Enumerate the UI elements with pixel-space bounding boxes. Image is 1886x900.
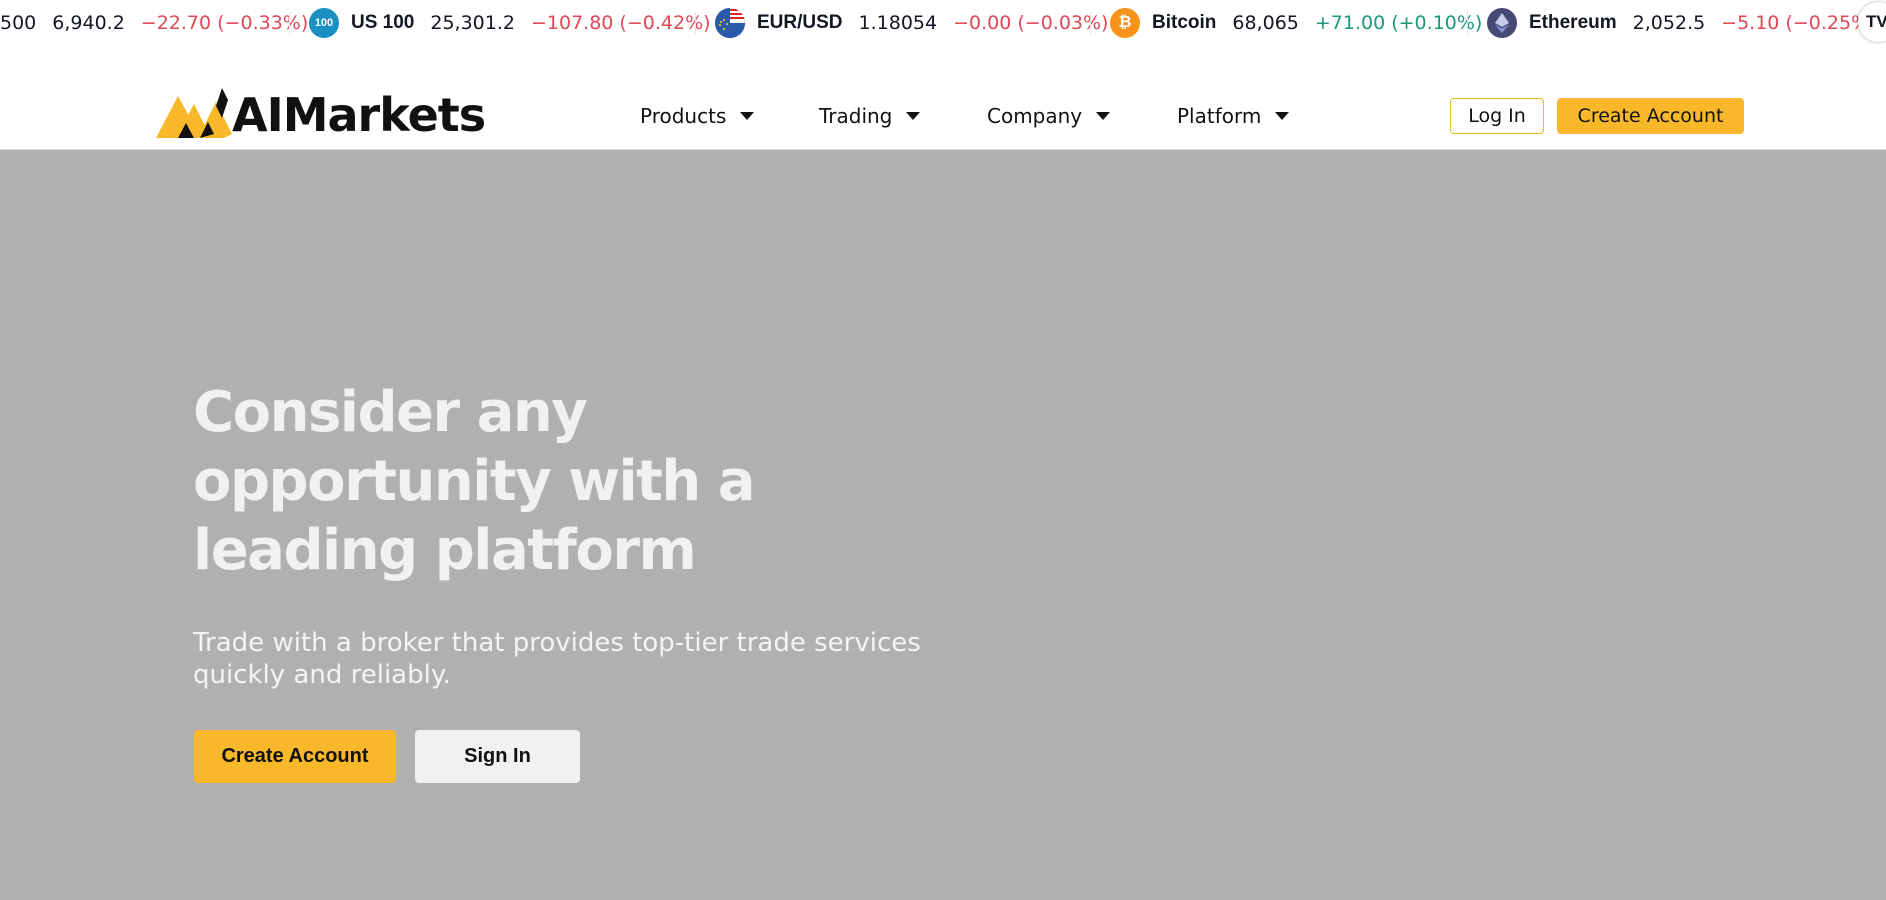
ticker-price: 1.18054 [858, 12, 938, 34]
caret-down-icon [1096, 112, 1111, 120]
logo-mark-icon [156, 88, 232, 138]
ticker-symbol: EUR/USD [757, 12, 843, 33]
ticker-change: −107.80 (−0.42%) [530, 12, 711, 34]
ticker-price: 68,065 [1232, 12, 1299, 34]
ticker-change: +71.00 (+0.10%) [1314, 12, 1483, 34]
ticker-item-sp500[interactable]: 500 6,940.2 −22.70 (−0.33%) [0, 0, 308, 46]
create-account-button[interactable]: Create Account [1557, 98, 1744, 134]
ticker-item-bitcoin[interactable]: ₿ Bitcoin 68,065 +71.00 (+0.10%) [1110, 0, 1482, 46]
caret-down-icon [740, 112, 755, 120]
ticker-item-ethereum[interactable]: Ethereum 2,052.5 −5.10 (−0.25%) [1487, 0, 1877, 46]
ticker-price: 6,940.2 [52, 12, 125, 34]
nav-label: Trading [819, 104, 893, 128]
caret-down-icon [906, 112, 921, 120]
ticker-price: 2,052.5 [1632, 12, 1706, 34]
ticker-item-us100[interactable]: 100 US 100 25,301.2 −107.80 (−0.42%) [309, 0, 711, 46]
brand-name: AIMarkets [232, 88, 486, 142]
ticker-symbol: 500 [0, 12, 37, 34]
nav-company[interactable]: Company [987, 104, 1111, 128]
nav-products[interactable]: Products [640, 104, 755, 128]
hero-sign-in-button[interactable]: Sign In [415, 730, 580, 783]
caret-down-icon [1275, 112, 1290, 120]
bitcoin-icon: ₿ [1110, 8, 1140, 38]
nav-trading[interactable]: Trading [819, 104, 921, 128]
ticker-symbol: US 100 [351, 12, 415, 33]
ethereum-icon [1487, 8, 1517, 38]
hero-section: Consider any opportunity with a leading … [0, 150, 1886, 900]
nav-label: Company [987, 104, 1083, 128]
ticker-divider [1467, 12, 1468, 34]
ticker-change: −22.70 (−0.33%) [140, 12, 309, 34]
ticker-divider [695, 12, 696, 34]
nav-platform[interactable]: Platform [1177, 104, 1290, 128]
ticker-price: 25,301.2 [430, 12, 515, 34]
market-ticker: 500 6,940.2 −22.70 (−0.33%) 100 US 100 2… [0, 0, 1886, 46]
brand-logo[interactable]: AIMarkets [156, 88, 486, 142]
ticker-change: −0.00 (−0.03%) [953, 12, 1109, 34]
login-button[interactable]: Log In [1450, 98, 1544, 134]
eur-usd-flag-icon [715, 8, 745, 38]
ticker-divider [1090, 12, 1091, 34]
ticker-item-eurusd[interactable]: EUR/USD 1.18054 −0.00 (−0.03%) [715, 0, 1108, 46]
us100-icon: 100 [309, 8, 339, 38]
nav-label: Products [640, 104, 727, 128]
hero-subtitle: Trade with a broker that provides top-ti… [193, 628, 921, 690]
hero-title: Consider any opportunity with a leading … [193, 380, 756, 583]
nav-label: Platform [1177, 104, 1262, 128]
ticker-divider [289, 12, 290, 34]
ticker-symbol: Bitcoin [1152, 12, 1217, 33]
hero-create-account-button[interactable]: Create Account [194, 730, 396, 783]
ticker-symbol: Ethereum [1529, 12, 1617, 33]
ticker-change: −5.10 (−0.25%) [1721, 12, 1877, 34]
